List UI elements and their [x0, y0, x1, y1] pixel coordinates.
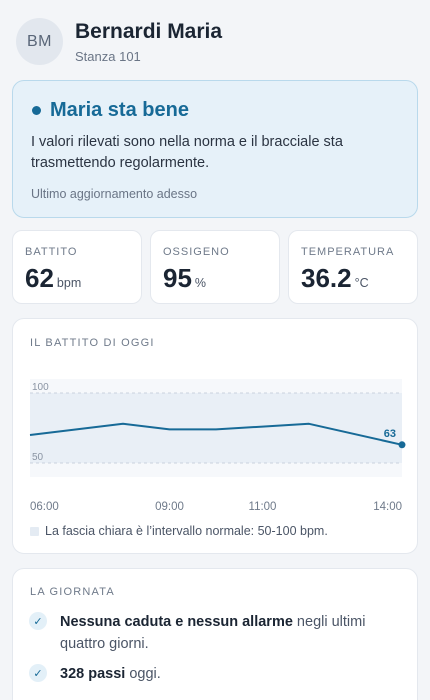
day-summary-card: LA GIORNATA ✓ Nessuna caduta e nessun al… [12, 568, 418, 700]
status-description: I valori rilevati sono nella norma e il … [31, 134, 343, 171]
metric-value: 36.2 [301, 263, 352, 293]
room-label: Stanza 101 [75, 48, 141, 64]
metric-heart-rate[interactable]: BATTITO 62 bpm [12, 230, 142, 304]
metric-value: 62 [25, 263, 54, 293]
x-tick-label: 11:00 [249, 501, 277, 513]
metric-label: OSSIGENO [163, 246, 230, 258]
metric-unit: °C [354, 276, 369, 290]
status-title-row: Maria sta bene [31, 99, 399, 122]
metrics-row: BATTITO 62 bpm OSSIGENO 95% TEMPERATURA 3… [12, 230, 418, 304]
x-tick-label: 09:00 [155, 501, 184, 513]
status-card: Maria sta bene I valori rilevati sono ne… [12, 80, 418, 218]
legend-swatch-icon [30, 526, 39, 536]
heart-rate-chart-card: IL BATTITO DI OGGI 100 50 63 06:00 09:00 11:0… [12, 318, 418, 554]
metric-value: 95 [163, 263, 192, 293]
day-item-no-falls: ✓ Nessuna caduta e nessun allarme negli … [29, 611, 389, 655]
status-title: Maria sta bene [50, 99, 189, 121]
metric-temperature[interactable]: TEMPERATURA 36.2 °C [288, 230, 418, 304]
chart-legend: La fascia chiara è l’intervallo normale:… [30, 524, 328, 538]
heart-rate-chart: 100 50 63 06:00 09:00 11:00 14:00 [29, 379, 406, 513]
metric-unit: % [194, 276, 207, 290]
check-icon: ✓ [29, 664, 47, 682]
metric-oxygen[interactable]: OSSIGENO 95% [150, 230, 280, 304]
day-item-bold: 328 passi [60, 666, 126, 682]
patient-info: Bernardi Maria Stanza 101 [75, 20, 222, 64]
y-tick-label: 50 [32, 452, 44, 463]
last-update: Ultimo aggiornamento adesso [31, 187, 198, 201]
day-heading: LA GIORNATA [30, 586, 115, 598]
legend-text: La fascia chiara è l’intervallo normale:… [45, 524, 328, 538]
patient-header: BM Bernardi Maria Stanza 101 [16, 18, 222, 65]
patient-name: Bernardi Maria [75, 19, 223, 43]
avatar[interactable]: BM [16, 18, 63, 65]
x-tick-label: 14:00 [373, 501, 402, 513]
metric-label: TEMPERATURA [301, 246, 395, 258]
last-value-label: 63 [384, 428, 396, 440]
metric-label: BATTITO [25, 246, 78, 258]
x-tick-label: 06:00 [30, 501, 59, 513]
status-dot-icon [32, 106, 41, 115]
heart-rate-last-point [398, 441, 406, 449]
y-tick-label: 100 [32, 382, 49, 393]
check-icon: ✓ [29, 612, 47, 630]
day-item-bold: Nessuna caduta e nessun allarme [60, 614, 293, 630]
day-item-rest: oggi. [125, 666, 161, 682]
metric-unit: bpm [56, 276, 82, 290]
day-item-steps: ✓ 328 passi oggi. [29, 663, 389, 685]
